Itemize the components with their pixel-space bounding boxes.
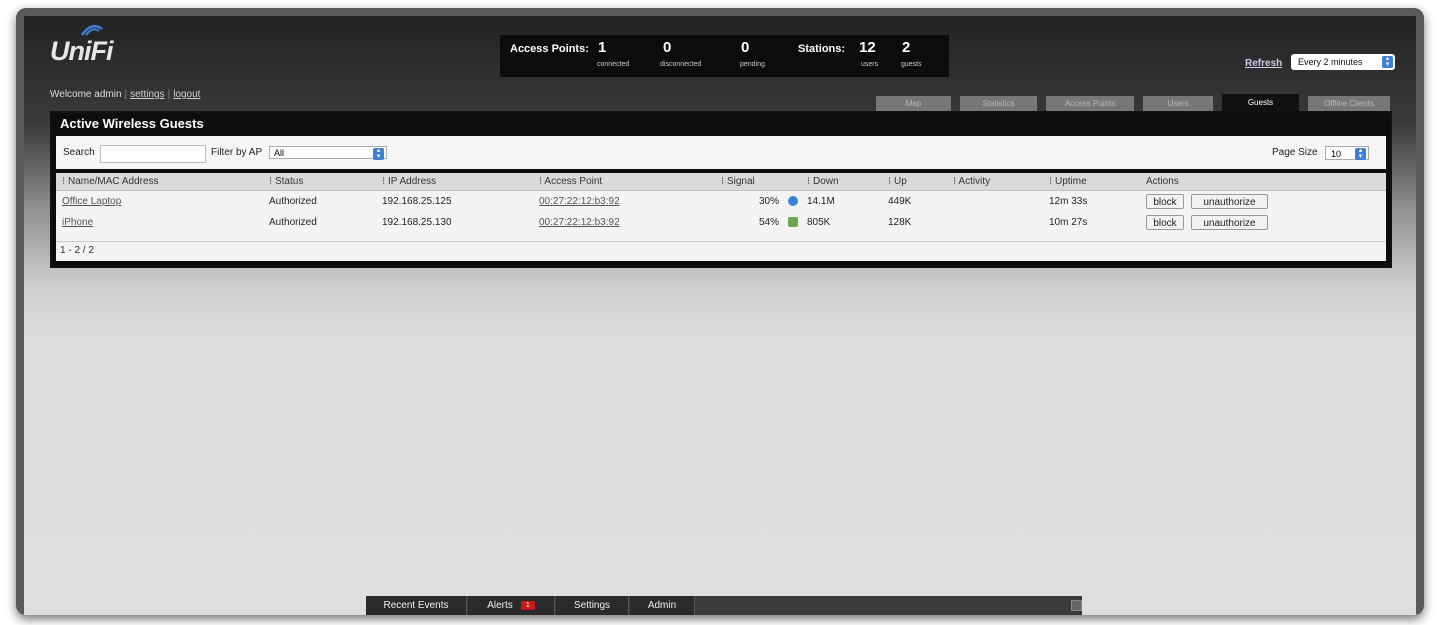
page-size-select[interactable]: 10 ▴ ▾ — [1325, 146, 1369, 160]
refresh-interval-select[interactable]: Every 2 minutes ▴ ▾ — [1291, 54, 1395, 70]
tab-access-points[interactable]: Access Points — [1046, 96, 1134, 111]
page-size-label: Page Size — [1272, 147, 1318, 158]
guests-label: guests — [901, 61, 922, 68]
search-label: Search — [63, 147, 95, 158]
col-actions: Actions — [1146, 176, 1179, 187]
guest-up: 449K — [888, 196, 912, 207]
filter-by-ap-value: All — [274, 148, 285, 158]
tab-guests[interactable]: Guests — [1222, 94, 1299, 111]
filter-bar: Search Filter by AP All ▴ ▾ Page Size 10 … — [56, 136, 1386, 169]
signal-bg-icon — [788, 217, 798, 227]
users-label: users — [861, 61, 879, 68]
guest-down: 805K — [807, 217, 831, 228]
stations-label: Stations: — [798, 43, 846, 55]
tab-admin[interactable]: Admin — [630, 596, 695, 615]
tab-offline-clients[interactable]: Offline Clients — [1308, 96, 1390, 111]
filter-by-ap-label: Filter by AP — [211, 147, 263, 158]
col-uptime[interactable]: ⁝ Uptime — [1049, 176, 1087, 187]
signal-ng-icon — [788, 196, 798, 206]
filter-by-ap-select[interactable]: All ▴ ▾ — [269, 146, 387, 160]
stats-bar: Access Points: 1 connected 0 disconnecte… — [500, 35, 949, 77]
pagination-info: 1 - 2 / 2 — [60, 245, 94, 256]
guest-down: 14.1M — [807, 196, 835, 207]
settings-link[interactable]: settings — [130, 89, 164, 100]
guests-table: ⁝ Name/MAC Address ⁝ Status ⁝ IP Address… — [56, 173, 1386, 261]
guest-status: Authorized — [269, 196, 317, 207]
table-footer-divider — [56, 241, 1386, 242]
logout-link[interactable]: logout — [173, 89, 200, 100]
close-icon[interactable] — [1071, 600, 1082, 611]
guest-up: 128K — [888, 217, 912, 228]
alerts-count-badge: 1 — [520, 600, 535, 610]
tab-recent-events[interactable]: Recent Events — [366, 596, 467, 615]
ap-disconnected-label: disconnected — [660, 61, 702, 68]
ap-connected-count: 1 — [598, 39, 607, 56]
ap-pending-label: pending — [740, 61, 765, 68]
welcome-line: Welcome admin | settings | logout — [50, 89, 201, 100]
unifi-logo: UniFi — [50, 36, 113, 66]
guest-uptime: 12m 33s — [1049, 196, 1088, 207]
col-access-point[interactable]: ⁝ Access Point — [539, 176, 602, 187]
col-down[interactable]: ⁝ Down — [807, 176, 839, 187]
unauthorize-button[interactable]: unauthorize — [1191, 194, 1268, 209]
welcome-text: Welcome admin — [50, 89, 122, 100]
col-activity[interactable]: ⁝ Activity — [953, 176, 990, 187]
tab-settings[interactable]: Settings — [556, 596, 629, 615]
table-row: iPhone Authorized 192.168.25.130 00:27:2… — [56, 213, 1386, 233]
page-size-value: 10 — [1331, 149, 1342, 159]
search-input[interactable] — [100, 145, 206, 163]
guest-ip: 192.168.25.130 — [382, 217, 452, 228]
tab-users[interactable]: Users — [1143, 96, 1213, 111]
tab-map[interactable]: Map — [876, 96, 951, 111]
select-arrows-icon: ▴ ▾ — [1382, 55, 1393, 68]
ap-disconnected-count: 0 — [663, 39, 672, 56]
select-arrows-icon: ▴ ▾ — [1355, 147, 1366, 160]
guest-uptime: 10m 27s — [1049, 217, 1088, 228]
guest-name-link[interactable]: iPhone — [62, 217, 93, 228]
guest-ip: 192.168.25.125 — [382, 196, 452, 207]
guest-signal: 30% — [759, 196, 780, 207]
guests-panel: Active Wireless Guests Search Filter by … — [50, 111, 1392, 268]
app-frame: UniFi Welcome admin | settings | logout Acce… — [16, 8, 1424, 615]
table-header: ⁝ Name/MAC Address ⁝ Status ⁝ IP Address… — [56, 173, 1386, 191]
guests-count: 2 — [902, 39, 911, 56]
block-button[interactable]: block — [1146, 194, 1184, 209]
tab-alerts[interactable]: Alerts 1 — [468, 596, 555, 615]
app-screen: UniFi Welcome admin | settings | logout Acce… — [24, 16, 1416, 615]
guest-status: Authorized — [269, 217, 317, 228]
access-points-label: Access Points: — [510, 43, 589, 55]
panel-title: Active Wireless Guests — [60, 116, 204, 131]
col-status[interactable]: ⁝ Status — [269, 176, 303, 187]
col-up[interactable]: ⁝ Up — [888, 176, 907, 187]
ap-connected-label: connected — [597, 61, 630, 68]
refresh-interval-value: Every 2 minutes — [1298, 57, 1363, 67]
table-row: Office Laptop Authorized 192.168.25.125 … — [56, 192, 1386, 212]
users-count: 12 — [859, 39, 876, 56]
col-ip-address[interactable]: ⁝ IP Address — [382, 176, 436, 187]
guest-name-link[interactable]: Office Laptop — [62, 196, 121, 207]
tab-statistics[interactable]: Statistics — [960, 96, 1037, 111]
refresh-link[interactable]: Refresh — [1245, 58, 1282, 69]
ap-pending-count: 0 — [741, 39, 750, 56]
block-button[interactable]: block — [1146, 215, 1184, 230]
access-point-link[interactable]: 00:27:22:12:b3:92 — [539, 217, 620, 228]
wifi-logo-icon — [80, 24, 103, 36]
access-point-link[interactable]: 00:27:22:12:b3:92 — [539, 196, 620, 207]
select-arrows-icon: ▴ ▾ — [373, 147, 384, 160]
alerts-label: Alerts — [487, 600, 513, 611]
col-name[interactable]: ⁝ Name/MAC Address — [62, 176, 159, 187]
col-signal[interactable]: ⁝ Signal — [721, 176, 755, 187]
unauthorize-button[interactable]: unauthorize — [1191, 215, 1268, 230]
bottom-bar: Recent Events Alerts 1 Settings Admin — [366, 596, 1082, 615]
guest-signal: 54% — [759, 217, 780, 228]
